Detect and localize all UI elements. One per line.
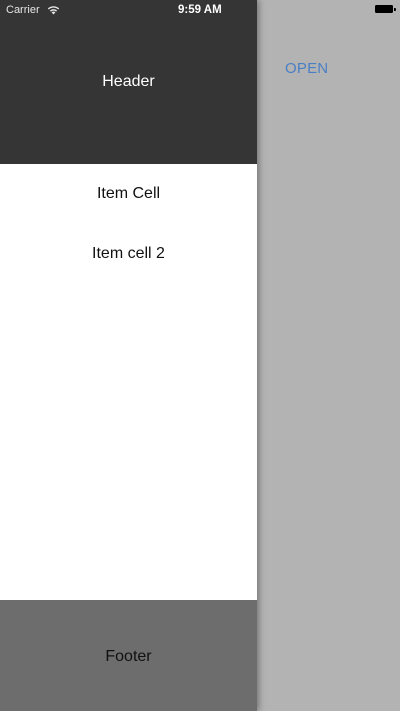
drawer-header: Header	[0, 0, 257, 164]
side-drawer: Header Item Cell Item cell 2 Footer	[0, 0, 257, 711]
drawer-item-cell-2[interactable]: Item cell 2	[0, 224, 257, 284]
drawer-item-list: Item Cell Item cell 2	[0, 164, 257, 600]
drawer-footer-title: Footer	[105, 647, 152, 665]
open-drawer-button[interactable]: OPEN	[285, 60, 328, 77]
drawer-header-title: Header	[102, 73, 155, 90]
drawer-item-label: Item Cell	[96, 185, 161, 202]
status-bar: Carrier 9:59 AM	[0, 0, 400, 20]
wifi-icon	[47, 6, 59, 15]
status-time: 9:59 AM	[178, 4, 222, 16]
drawer-footer: Footer	[0, 600, 257, 711]
carrier-indicator: Carrier	[6, 4, 60, 16]
drawer-item-label: Item cell 2	[92, 245, 165, 262]
drawer-item-cell[interactable]: Item Cell	[0, 164, 257, 224]
battery-icon	[375, 5, 396, 13]
carrier-label: Carrier	[6, 4, 40, 16]
